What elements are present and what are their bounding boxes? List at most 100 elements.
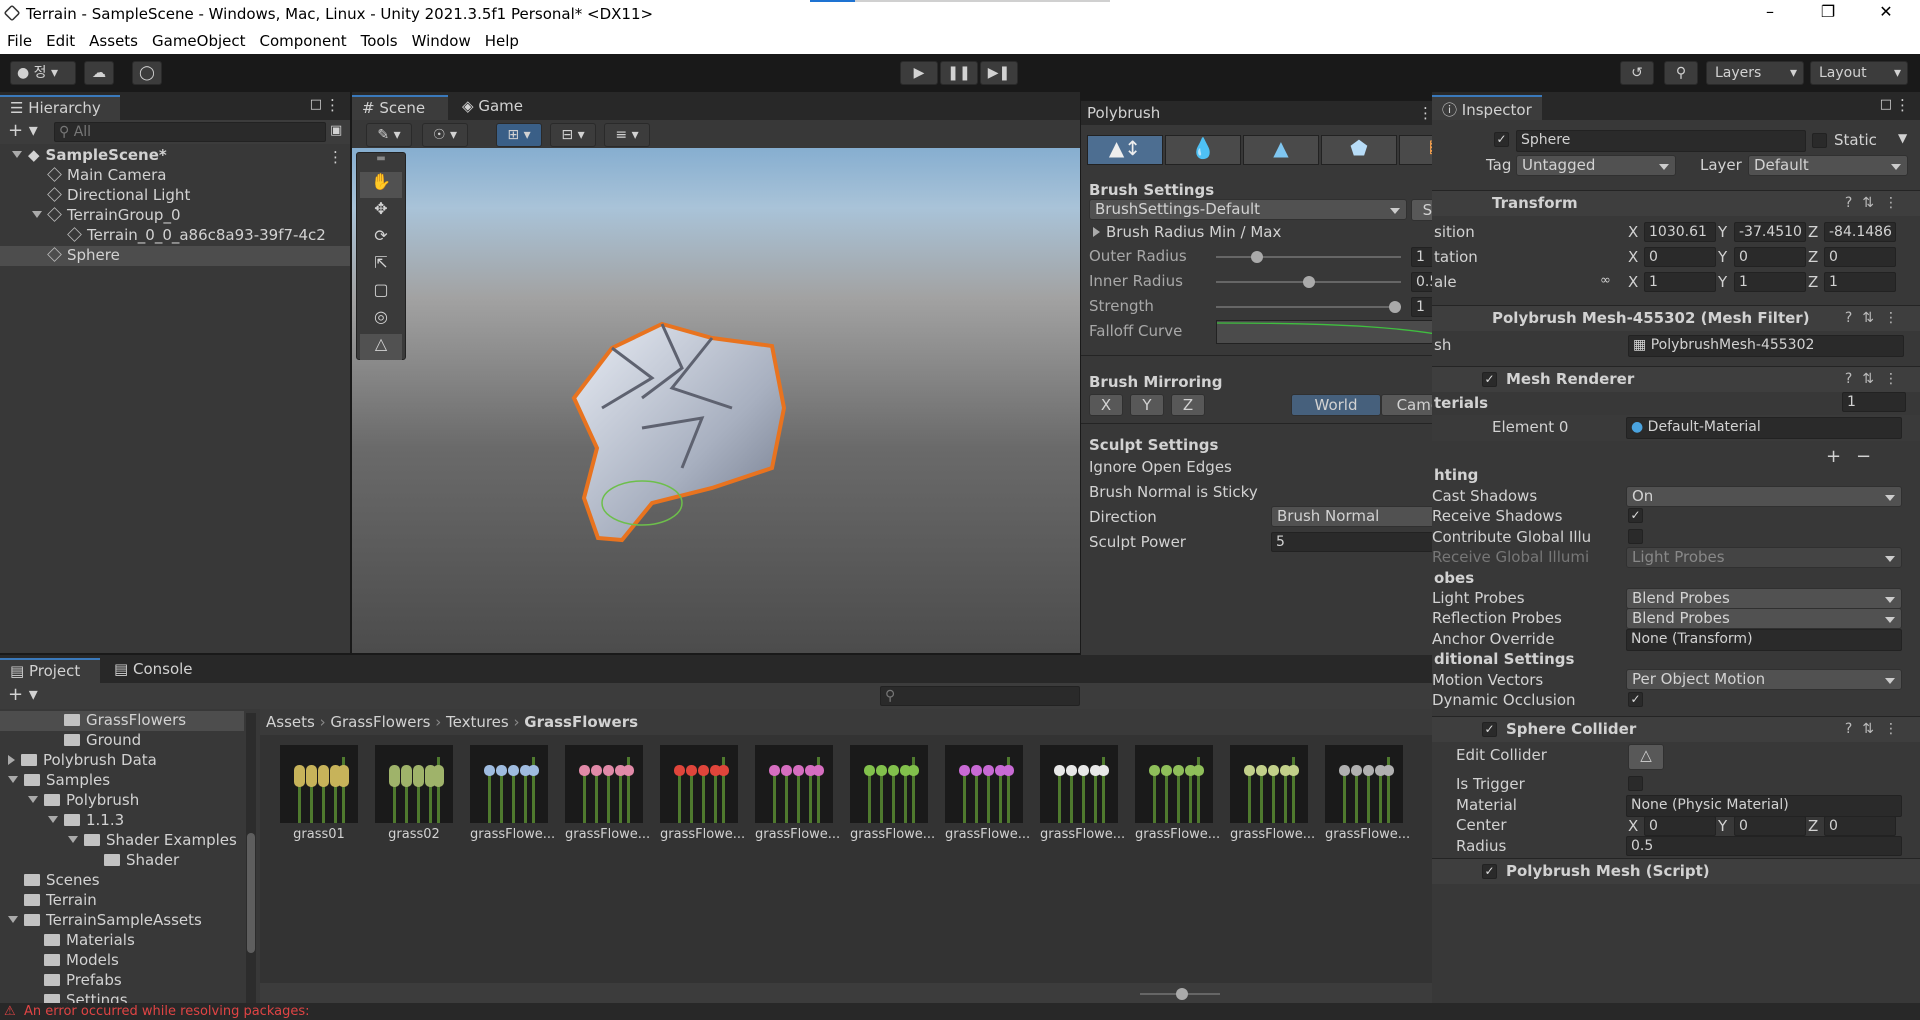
mesh-filter-header[interactable]: Polybrush Mesh-455302 (Mesh Filter) ?⇅⋮ [1432, 305, 1920, 331]
radius-field[interactable]: 0.5 [1626, 836, 1902, 856]
cast-shadows-dropdown[interactable]: On [1626, 486, 1902, 507]
expand-arrow-icon[interactable] [32, 211, 42, 218]
expand-arrow-icon[interactable] [8, 916, 18, 923]
brush-radius-minmax-foldout[interactable]: Brush Radius Min / Max [1093, 223, 1281, 241]
hierarchy-item[interactable]: ◆ SampleScene* [0, 146, 350, 166]
tab-hierarchy[interactable]: ☰ Hierarchy [0, 95, 120, 120]
mesh-renderer-enabled-checkbox[interactable]: ✓ [1482, 372, 1497, 387]
menu-assets[interactable]: Assets [82, 28, 145, 50]
kebab-menu-icon[interactable]: ⋮ [325, 96, 340, 114]
layers-dropdown[interactable]: Layers ▾ [1706, 61, 1804, 85]
reflection-probes-dropdown[interactable]: Blend Probes [1626, 608, 1902, 629]
pause-button[interactable]: ❚❚ [940, 61, 978, 85]
mirror-z-button[interactable]: Z [1171, 394, 1205, 416]
rotate-tool-icon[interactable]: ⟳ [360, 226, 402, 252]
anchor-override-field[interactable]: None (Transform) [1626, 629, 1902, 651]
smooth-mode-icon[interactable]: 💧 [1165, 135, 1241, 165]
scale-tool-icon[interactable]: ⇱ [360, 253, 402, 279]
sphere-mesh[interactable] [352, 148, 1080, 653]
asset-thumbnail[interactable]: grassFlowe... [850, 745, 935, 842]
strength-slider[interactable] [1216, 301, 1401, 313]
custom-tool-icon[interactable]: △ [360, 334, 402, 360]
object-name-field[interactable]: Sphere [1516, 130, 1806, 152]
history-icon[interactable]: ↺ [1620, 61, 1654, 85]
globe-icon[interactable]: ☉ ▾ [422, 123, 468, 147]
expand-arrow-icon[interactable] [12, 151, 22, 158]
asset-thumbnail[interactable]: grassFlowe... [470, 745, 555, 842]
mesh-renderer-header[interactable]: ✓ Mesh Renderer ?⇅⋮ [1432, 366, 1920, 392]
project-folder-item[interactable]: Terrain [0, 891, 244, 911]
mirror-x-button[interactable]: X [1089, 394, 1123, 416]
polybrush-mesh-enabled-checkbox[interactable]: ✓ [1482, 864, 1497, 879]
project-folder-item[interactable]: Polybrush [0, 791, 244, 811]
scl-y-field[interactable]: 1 [1734, 272, 1806, 292]
account-dropdown[interactable]: ● 정 ▾ [10, 61, 76, 85]
expand-arrow-icon[interactable] [48, 816, 58, 823]
step-button[interactable]: ▶❚ [980, 61, 1018, 85]
asset-thumbnail[interactable]: grassFlowe... [1040, 745, 1125, 842]
hierarchy-item[interactable]: Directional Light [0, 186, 350, 206]
grid-snap-dropdown[interactable]: ⊞ ▾ [496, 123, 542, 147]
project-folder-item[interactable]: Samples [0, 771, 244, 791]
element0-object-field[interactable]: ● Default-Material [1626, 417, 1902, 439]
asset-thumbnail[interactable]: grassFlowe... [1230, 745, 1315, 842]
brush-preset-dropdown[interactable]: BrushSettings-Default [1089, 199, 1407, 220]
hierarchy-item[interactable]: Main Camera [0, 166, 350, 186]
strength-knob[interactable] [1389, 301, 1401, 313]
search-icon[interactable]: ⚲ [1664, 61, 1698, 85]
play-button[interactable]: ▶ [900, 61, 938, 85]
create-asset-button[interactable]: + ▾ [8, 684, 38, 705]
project-folder-item[interactable]: 1.1.3 [0, 811, 244, 831]
menu-tools[interactable]: Tools [354, 28, 405, 50]
prefab-mode-icon[interactable]: ⬟ [1321, 135, 1397, 165]
asset-thumbnail[interactable]: grassFlowe... [755, 745, 840, 842]
scl-z-field[interactable]: 1 [1824, 272, 1896, 292]
receive-shadows-checkbox[interactable]: ✓ [1628, 508, 1643, 523]
asset-thumbnail[interactable]: grassFlowe... [945, 745, 1030, 842]
static-dropdown-arrow-icon[interactable]: ▼ [1898, 131, 1907, 145]
inner-radius-knob[interactable] [1302, 276, 1315, 288]
thumbnail-size-slider[interactable] [1140, 988, 1220, 1000]
component-icons[interactable]: ?⇅⋮ [1845, 371, 1908, 387]
tab-console[interactable]: ▤ Console [104, 658, 214, 683]
scene-filter-icon[interactable]: ▣ [330, 123, 342, 138]
kebab-menu-icon[interactable]: ⋮ [1418, 104, 1433, 122]
remove-element-button[interactable]: − [1856, 446, 1871, 467]
edit-collider-icon[interactable]: △ [1628, 744, 1664, 770]
maximize-button[interactable]: ❐ [1808, 2, 1848, 26]
asset-thumbnail[interactable]: grassFlowe... [1325, 745, 1410, 842]
hand-tool-icon[interactable]: ✋ [360, 172, 402, 198]
mirror-world-button[interactable]: World [1291, 394, 1381, 416]
rot-y-field[interactable]: 0 [1734, 247, 1806, 267]
project-folder-item[interactable]: Materials [0, 931, 244, 951]
transform-header[interactable]: Transform ?⇅⋮ [1432, 190, 1920, 216]
status-error-text[interactable]: An error occurred while resolving packag… [24, 1004, 310, 1019]
rect-tool-icon[interactable]: ▢ [360, 280, 402, 306]
expand-arrow-icon[interactable] [28, 796, 38, 803]
project-folder-item[interactable]: Scenes [0, 871, 244, 891]
breadcrumb-item[interactable]: GrassFlowers [524, 713, 638, 731]
layer-dropdown[interactable]: Default [1748, 155, 1908, 176]
tab-project[interactable]: ▤ Project [0, 658, 100, 683]
menu-edit[interactable]: Edit [39, 28, 82, 50]
dynamic-occlusion-checkbox[interactable]: ✓ [1628, 692, 1643, 707]
project-folder-item[interactable]: Ground [0, 731, 244, 751]
asset-thumbnail[interactable]: grassFlowe... [565, 745, 650, 842]
mirror-y-button[interactable]: Y [1130, 394, 1164, 416]
asset-thumbnail[interactable]: grassFlowe... [660, 745, 745, 842]
hierarchy-item[interactable]: Sphere [0, 246, 350, 266]
outer-radius-knob[interactable] [1250, 251, 1263, 263]
paint-color-icon[interactable]: ▲ [1243, 135, 1319, 165]
snap-increment-dropdown[interactable]: ⊟ ▾ [550, 123, 596, 147]
outer-radius-slider[interactable] [1216, 251, 1401, 263]
scene-viewport[interactable]: ▬ ✋ ✥ ⟳ ⇱ ▢ ◎ △ [352, 148, 1080, 653]
materials-count-field[interactable]: 1 [1842, 392, 1906, 412]
collider-material-field[interactable]: None (Physic Material) [1626, 795, 1902, 817]
breadcrumb-item[interactable]: Assets [266, 713, 315, 731]
breadcrumb-item[interactable]: Textures [446, 713, 509, 731]
close-window-button[interactable]: ✕ [1866, 2, 1906, 26]
component-icons[interactable]: ?⇅⋮ [1845, 721, 1908, 737]
contribute-gi-checkbox[interactable] [1628, 529, 1643, 544]
menu-window[interactable]: Window [405, 28, 478, 50]
menu-help[interactable]: Help [478, 28, 526, 50]
